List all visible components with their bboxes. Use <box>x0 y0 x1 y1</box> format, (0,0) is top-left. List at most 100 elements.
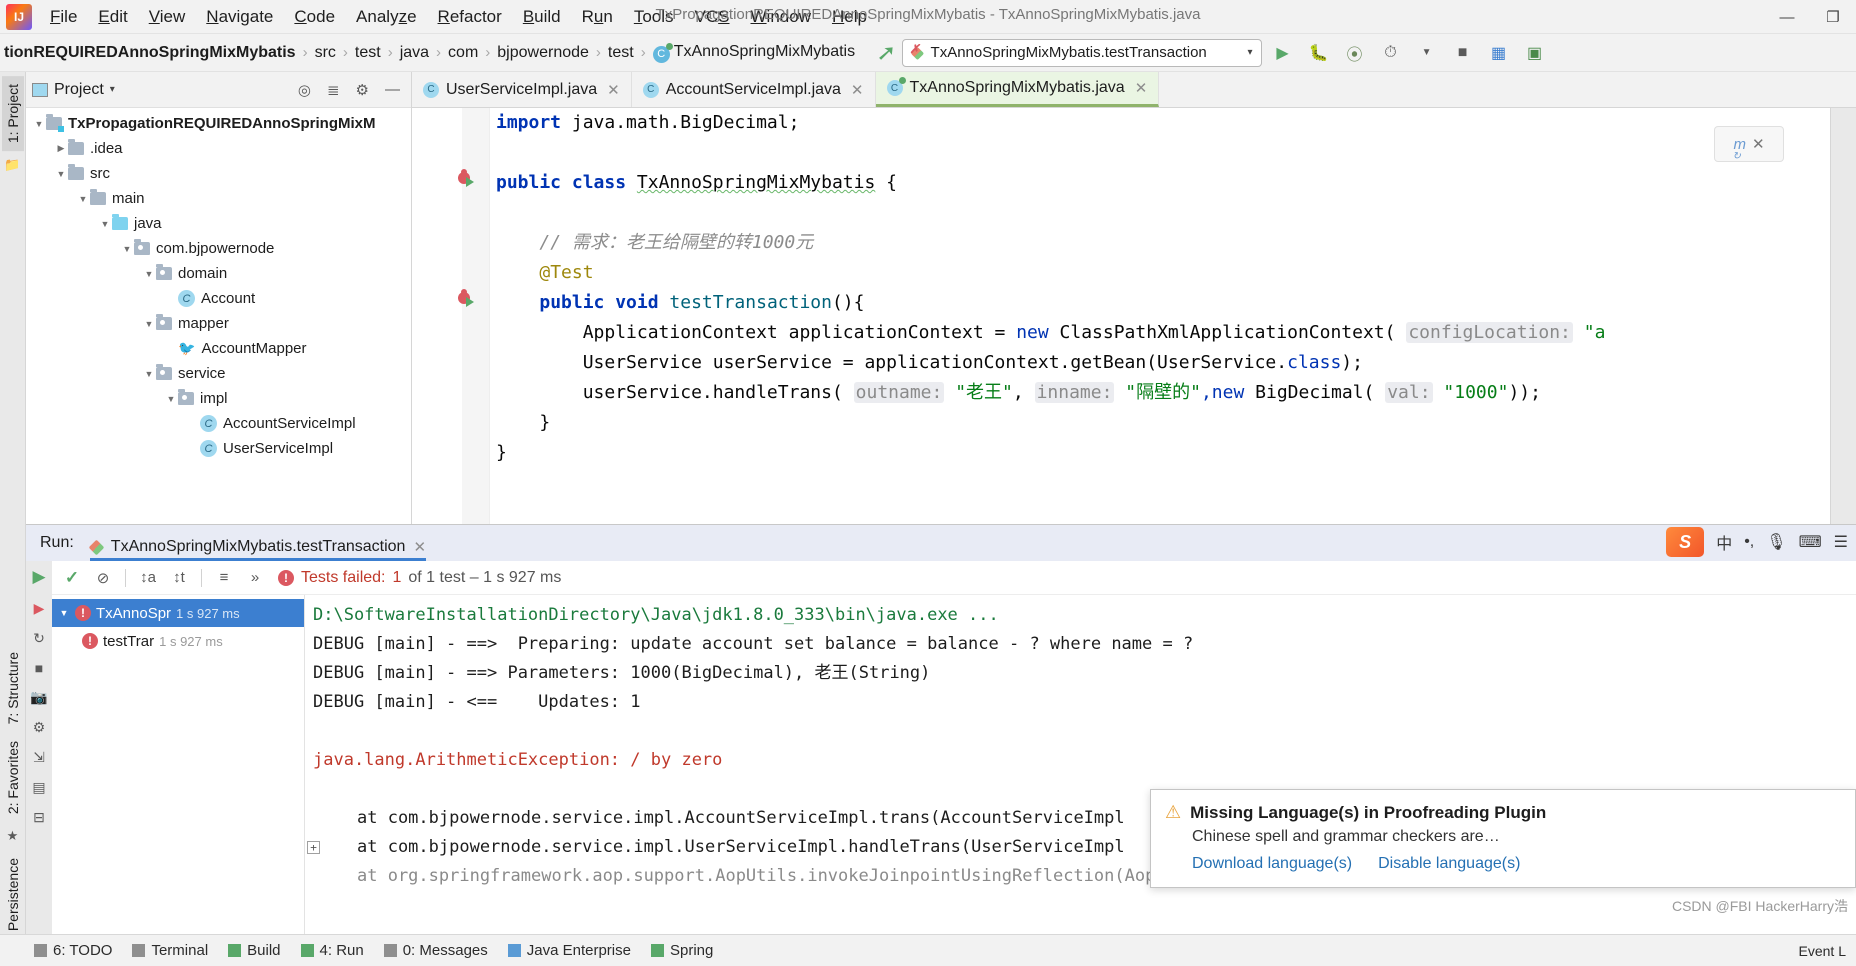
disable-languages-link[interactable]: Disable language(s) <box>1378 855 1520 873</box>
editor-tab-txannospringmixmybatis[interactable]: C TxAnnoSpringMixMybatis.java ✕ <box>875 72 1160 107</box>
sogou-logo-icon[interactable] <box>1666 527 1705 557</box>
menu-analyze[interactable]: Analyze <box>346 3 427 31</box>
maximize-icon[interactable]: ❐ <box>1810 0 1856 34</box>
build-icon[interactable]: ▦ <box>1484 39 1514 67</box>
project-tree-node[interactable]: ▶CUserServiceImpl <box>26 436 411 461</box>
tree-toggle-icon[interactable]: ▼ <box>142 269 156 279</box>
tree-toggle-icon[interactable]: ▶ <box>54 143 68 154</box>
project-tree-node[interactable]: ▶🐦AccountMapper <box>26 336 411 361</box>
breadcrumb-item-com[interactable]: com <box>444 44 482 62</box>
project-tree-node[interactable]: ▼ java <box>26 211 411 236</box>
test-tree-row-class[interactable]: ▼ ! TxAnnoSpr 1 s 927 ms <box>52 599 304 627</box>
menu-navigate[interactable]: Navigate <box>196 3 283 31</box>
breadcrumb-item-testpkg[interactable]: test <box>604 44 638 62</box>
menu-edit[interactable]: Edit <box>88 3 137 31</box>
back-arrow-icon[interactable]: ➚ <box>876 40 896 66</box>
breadcrumb-item-java[interactable]: java <box>396 44 433 62</box>
search-everywhere-icon[interactable]: ▣ <box>1520 39 1550 67</box>
menu-window[interactable]: Window <box>741 3 821 31</box>
fold-marker-icon[interactable]: + <box>307 841 320 854</box>
sidebar-item-structure[interactable]: 7: Structure <box>2 644 24 732</box>
menu-view[interactable]: View <box>139 3 196 31</box>
rerun-failed-tests-icon[interactable]: ▶ <box>34 600 45 617</box>
chevron-down-icon[interactable]: ▼ <box>58 608 70 618</box>
folder-icon[interactable]: 📁 <box>4 157 20 173</box>
close-icon[interactable]: ✕ <box>607 81 620 99</box>
run-icon[interactable]: ▶ <box>1268 39 1298 67</box>
project-tree-node[interactable]: ▶ .idea <box>26 136 411 161</box>
menu-tools[interactable]: Tools <box>624 3 684 31</box>
menu-code[interactable]: Code <box>284 3 345 31</box>
project-tree-node[interactable]: ▶CAccountServiceImpl <box>26 411 411 436</box>
settings-icon[interactable]: ⚙ <box>33 719 46 736</box>
tree-toggle-icon[interactable]: ▼ <box>54 169 68 179</box>
status-item-todo[interactable]: 6: TODO <box>34 942 112 959</box>
sidebar-item-favorites[interactable]: 2: Favorites <box>2 733 24 822</box>
project-tree-node[interactable]: ▼ domain <box>26 261 411 286</box>
close-icon[interactable]: ✕ <box>1752 135 1765 153</box>
menu-vcs[interactable]: VCS <box>685 3 740 31</box>
menu-run[interactable]: Run <box>572 3 623 31</box>
breadcrumb-item-bjpowernode[interactable]: bjpowernode <box>493 44 593 62</box>
rerun-icon[interactable]: ▶ <box>32 567 45 587</box>
tree-toggle-icon[interactable]: ▼ <box>164 394 178 404</box>
ime-language-icon[interactable]: 中 <box>1716 530 1732 554</box>
chevron-down-icon[interactable]: ▼ <box>1412 39 1442 67</box>
project-tree-node[interactable]: ▼ impl <box>26 386 411 411</box>
editor-tab-userserviceimpl[interactable]: C UserServiceImpl.java ✕ <box>412 72 632 107</box>
status-item-java-enterprise[interactable]: Java Enterprise <box>507 942 631 959</box>
project-tree-node[interactable]: ▼ main <box>26 186 411 211</box>
project-tree-node[interactable]: ▼ com.bjpowernode <box>26 236 411 261</box>
close-icon[interactable]: ✕ <box>413 538 426 556</box>
ime-keyboard-icon[interactable]: ⌨ <box>1799 532 1822 552</box>
show-ignored-icon[interactable]: ⊘ <box>89 565 117 591</box>
locate-icon[interactable]: ◎ <box>293 81 316 99</box>
tree-toggle-icon[interactable]: ▼ <box>32 119 46 129</box>
tree-toggle-icon[interactable]: ▼ <box>98 219 112 229</box>
menu-build[interactable]: Build <box>513 3 571 31</box>
project-tree-node[interactable]: ▼ TxPropagationREQUIREDAnnoSpringMixM <box>26 111 411 136</box>
sort-alphabetically-icon[interactable]: ↕​a <box>134 565 162 591</box>
status-item-spring[interactable]: Spring <box>650 942 713 959</box>
project-tree-node[interactable]: ▼ src <box>26 161 411 186</box>
status-item-messages[interactable]: 0: Messages <box>383 942 488 959</box>
hide-icon[interactable]: — <box>380 81 405 98</box>
profiler-icon[interactable]: ⏱ <box>1376 39 1406 67</box>
sidebar-item-persistence[interactable]: Persistence <box>2 850 24 939</box>
pin-icon[interactable]: ⇲ <box>33 749 45 766</box>
expand-collapse-icon[interactable]: ≡ <box>210 565 238 591</box>
project-tree-node[interactable]: ▼ mapper <box>26 311 411 336</box>
menu-file[interactable]: File <box>40 3 87 31</box>
close-icon[interactable]: ✕ <box>1135 79 1148 97</box>
layout-icon[interactable]: ▤ <box>32 779 45 796</box>
tree-toggle-icon[interactable]: ▼ <box>142 369 156 379</box>
project-tree-node[interactable]: ▼ service <box>26 361 411 386</box>
collapse-all-icon[interactable]: ≣ <box>322 81 345 99</box>
run-class-gutter-icon[interactable] <box>458 169 476 190</box>
project-tree-node[interactable]: ▶CAccount <box>26 286 411 311</box>
stop-icon[interactable]: ■ <box>35 660 43 676</box>
ime-punctuation-icon[interactable]: •, <box>1744 533 1754 551</box>
test-tree-row-method[interactable]: ! testTrar 1 s 927 ms <box>52 627 304 655</box>
debug-icon[interactable]: 🐛 <box>1304 39 1334 67</box>
download-languages-link[interactable]: Download language(s) <box>1192 855 1352 873</box>
run-tab-testtransaction[interactable]: TxAnnoSpringMixMybatis.testTransaction ✕ <box>88 525 427 561</box>
tree-toggle-icon[interactable]: ▼ <box>76 194 90 204</box>
ime-microphone-icon[interactable]: 🎙 <box>1766 532 1786 552</box>
ime-menu-icon[interactable]: ☰ <box>1834 532 1848 552</box>
sort-by-duration-icon[interactable]: ↕​t <box>165 565 193 591</box>
editor-tab-accountserviceimpl[interactable]: C AccountServiceImpl.java ✕ <box>632 72 876 107</box>
star-icon[interactable]: ★ <box>7 828 19 844</box>
sidebar-item-project[interactable]: 1: Project <box>1 76 24 152</box>
minimize-icon[interactable]: — <box>1764 0 1810 34</box>
stop-icon[interactable]: ■ <box>1448 39 1478 67</box>
status-item-run[interactable]: 4: Run <box>300 942 364 959</box>
breadcrumb-item-project[interactable]: tionREQUIREDAnnoSpringMixMybatis <box>0 44 300 62</box>
toggle-auto-test-icon[interactable]: ↻ <box>33 630 45 647</box>
show-passed-icon[interactable]: ✓ <box>58 565 86 591</box>
hide-icon[interactable]: ⊟ <box>33 809 45 826</box>
status-item-build[interactable]: Build <box>228 942 281 959</box>
breadcrumb-item-class[interactable]: C TxAnnoSpringMixMybatis <box>649 42 859 63</box>
status-item-terminal[interactable]: Terminal <box>132 942 208 959</box>
event-log-button[interactable]: Event L <box>1799 943 1846 959</box>
